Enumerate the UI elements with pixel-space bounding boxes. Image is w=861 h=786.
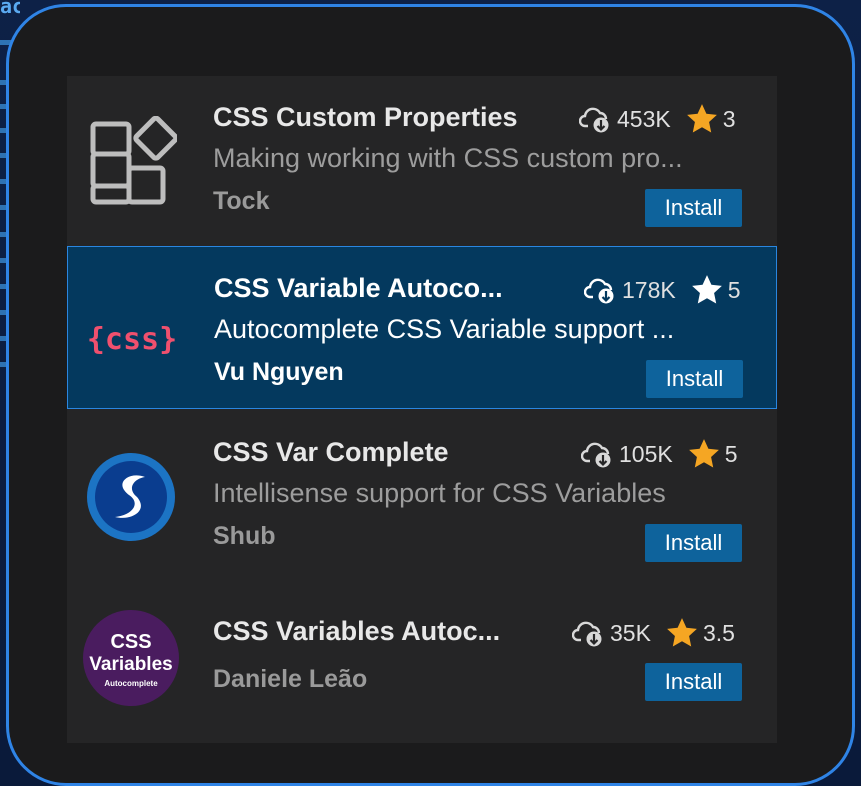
install-button[interactable]: Install	[646, 360, 743, 398]
download-count: 178K	[622, 276, 676, 303]
puzzle-blocks-icon	[90, 116, 177, 205]
rating-value: 5	[724, 440, 738, 467]
s-swirl-icon	[87, 453, 175, 541]
extension-name: CSS Custom Properties	[213, 102, 518, 132]
rating-value: 3	[722, 105, 736, 132]
extensions-list: CSS Custom Properties 453K 3 Making work…	[67, 76, 777, 743]
cloud-download-icon	[581, 442, 611, 468]
logo-text: {css}	[87, 322, 177, 357]
extension-description: Making working with CSS custom pro...	[213, 143, 683, 173]
extension-stats: 453K 3	[579, 102, 736, 136]
extension-item-css-custom-properties[interactable]: CSS Custom Properties 453K 3 Making work…	[67, 76, 777, 239]
logo-text-line: CSS	[110, 631, 151, 653]
install-button[interactable]: Install	[645, 189, 742, 227]
extension-name: CSS Var Complete	[213, 437, 449, 467]
star-icon	[667, 618, 697, 647]
download-count: 453K	[617, 105, 671, 132]
extensions-panel: CSS Custom Properties 453K 3 Making work…	[6, 4, 855, 786]
extension-item-css-variables-autocomplete[interactable]: CSS Variables Autocomplete CSS Variables…	[67, 576, 777, 739]
star-icon	[691, 275, 722, 304]
extension-item-css-var-complete[interactable]: CSS Var Complete 105K 5 Intellisense sup…	[67, 411, 777, 574]
extension-stats: 35K 3.5	[572, 616, 735, 650]
extension-name: CSS Variables Autoc...	[213, 616, 501, 646]
extension-description: Autocomplete CSS Variable support ...	[214, 314, 675, 344]
download-count: 35K	[610, 619, 651, 646]
cloud-download-icon	[584, 278, 614, 304]
logo-text-line: Autocomplete	[104, 679, 158, 688]
css-variables-badge-icon: CSS Variables Autocomplete	[83, 610, 179, 706]
rating-value: 3.5	[702, 619, 735, 646]
logo-text-line: Variables	[89, 654, 172, 675]
extension-publisher: Tock	[213, 187, 270, 215]
cloud-download-icon	[579, 107, 609, 133]
extension-stats: 105K 5	[581, 437, 738, 471]
extension-item-css-variable-autocomplete[interactable]: {css} CSS Variable Autoco... 178K 5 Auto…	[67, 246, 777, 409]
install-button[interactable]: Install	[645, 663, 742, 701]
extension-publisher: Shub	[213, 522, 276, 550]
extension-publisher: Daniele Leão	[213, 665, 368, 693]
download-count: 105K	[619, 440, 673, 467]
extension-description: Intellisense support for CSS Variables	[213, 478, 666, 508]
extension-name: CSS Variable Autoco...	[214, 273, 503, 303]
rating-value: 5	[727, 276, 741, 303]
install-button[interactable]: Install	[645, 524, 742, 562]
cloud-download-icon	[572, 621, 602, 647]
css-braces-icon: {css}	[87, 322, 177, 357]
background-code-text: acjinxi u	[0, 0, 20, 18]
star-icon	[686, 104, 717, 133]
extension-stats: 178K 5	[584, 273, 741, 307]
star-icon	[688, 439, 719, 468]
extension-publisher: Vu Nguyen	[214, 358, 344, 386]
